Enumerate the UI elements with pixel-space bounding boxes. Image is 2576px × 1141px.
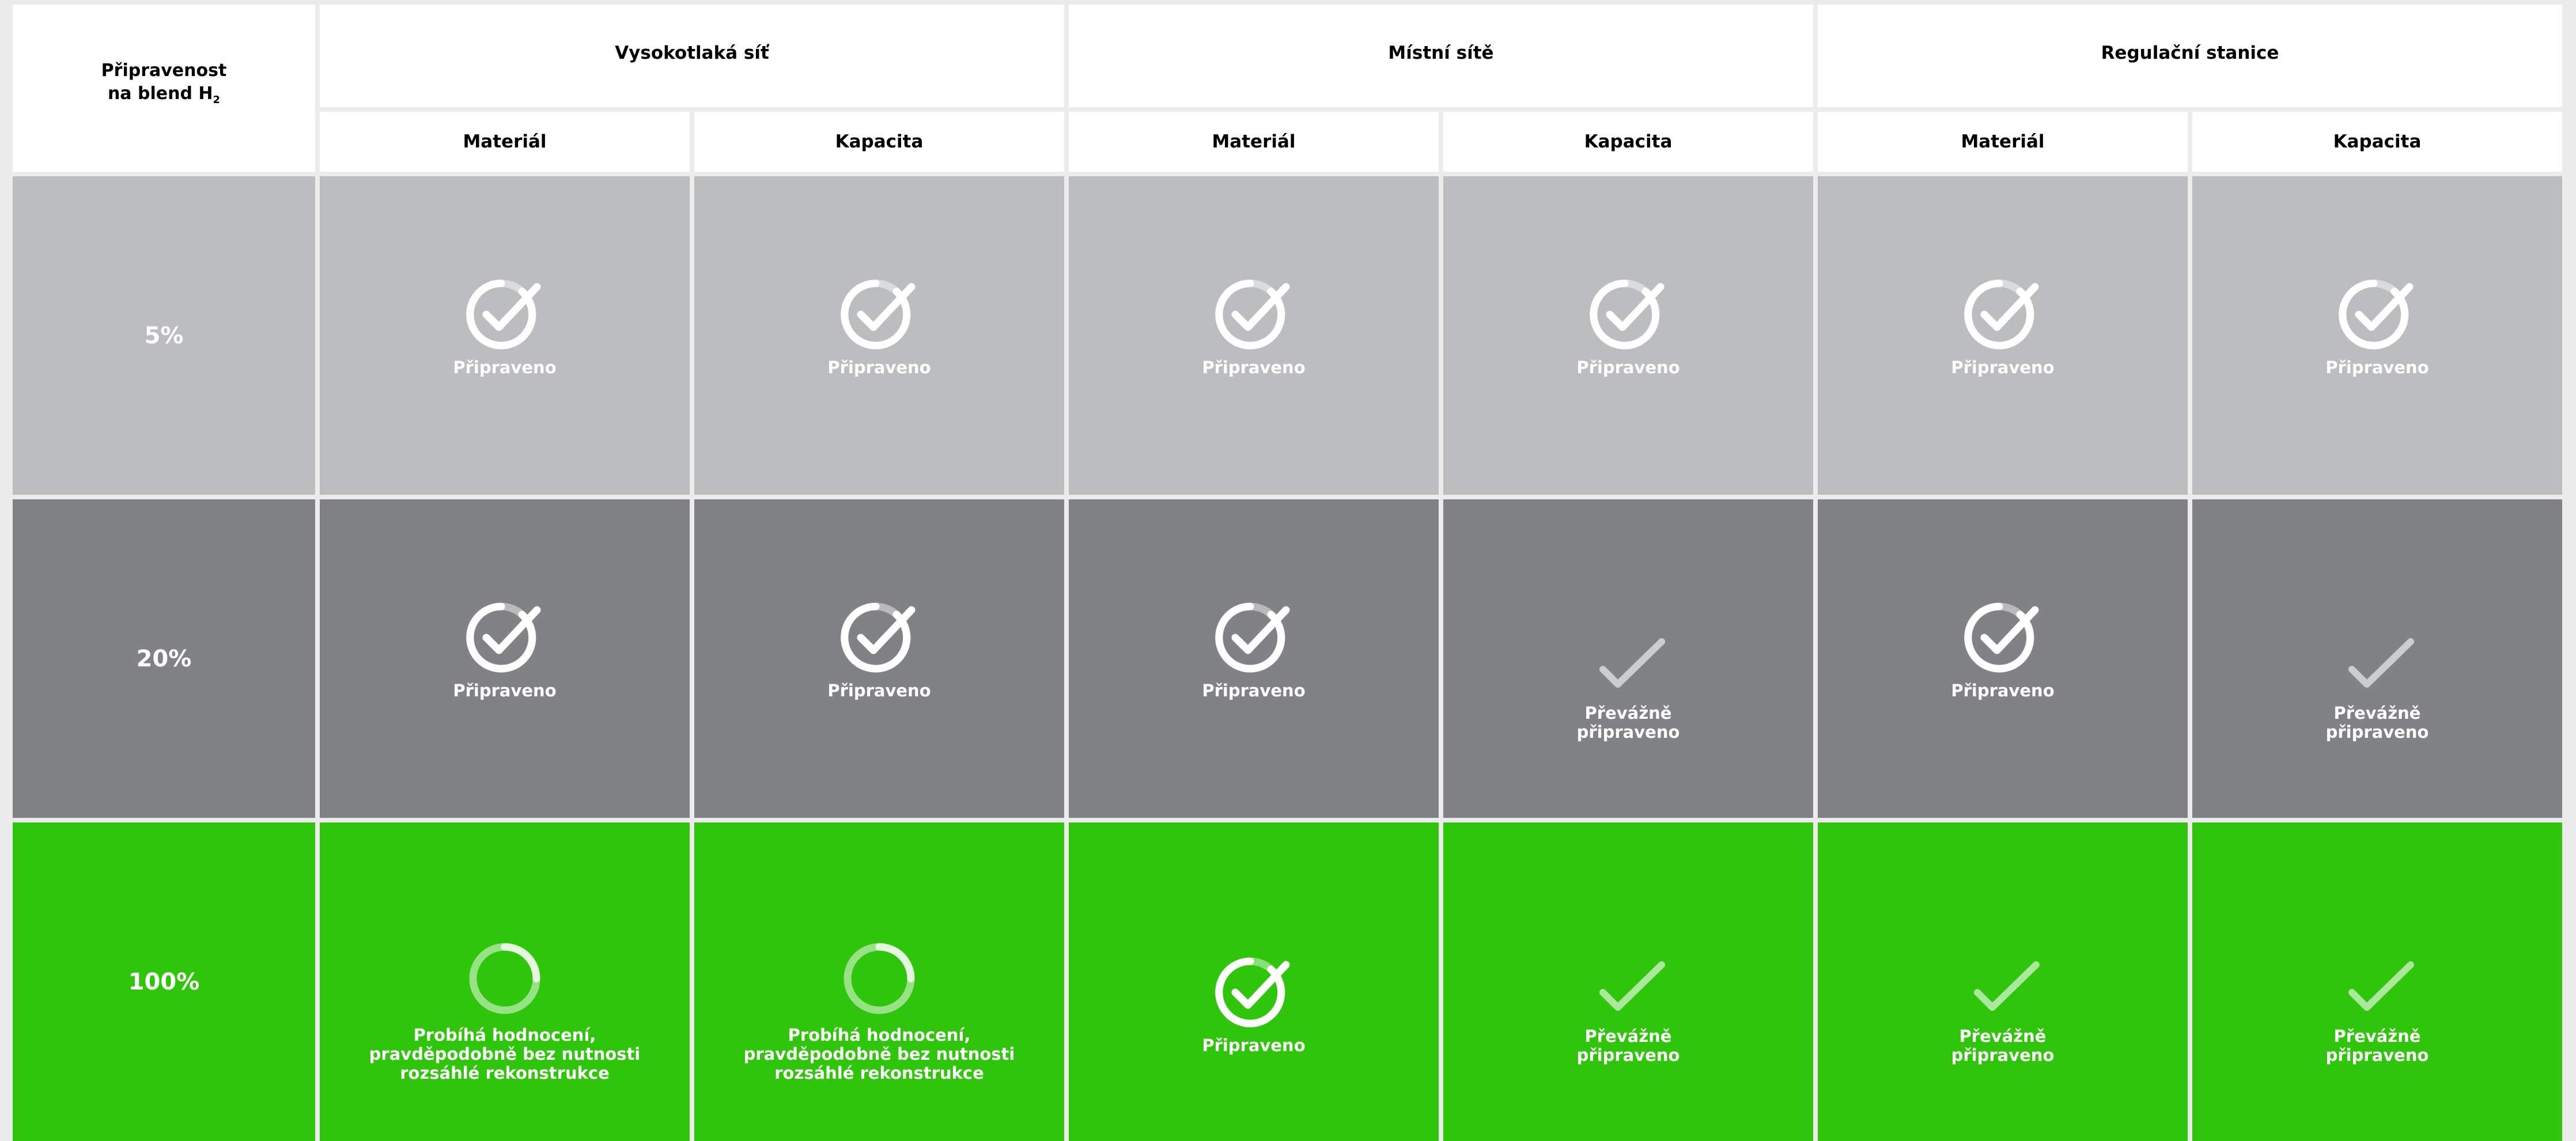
group-header-high-pressure: Vysokotlaká síť	[320, 5, 1064, 107]
check-icon	[1599, 961, 1665, 1011]
circle-check-icon	[2339, 279, 2414, 350]
corner-header-line1: Připravenost	[101, 60, 227, 81]
circle-check-icon	[1590, 279, 1665, 350]
status-cell-local-material: Připraveno	[1069, 176, 1439, 495]
status-cell-regulation-capacity: Převážně připraveno	[2192, 822, 2562, 1141]
status-cell-high-pressure-material: Probíhá hodnocení, pravděpodobně bez nut…	[320, 822, 690, 1141]
status-cell-regulation-material: Převážně připraveno	[1818, 822, 2188, 1141]
status-label: Připraveno	[1951, 681, 2055, 700]
status-label: Připraveno	[1202, 358, 1306, 377]
group-header-regulation-stations: Regulační stanice	[1818, 5, 2562, 107]
status-cell-high-pressure-material: Připraveno	[320, 499, 690, 818]
status-cell-regulation-capacity: Připraveno	[2192, 176, 2562, 495]
circle-check-icon	[1215, 957, 1290, 1028]
status-label: Připraveno	[1202, 681, 1306, 700]
status-label: Připraveno	[827, 358, 931, 377]
status-label: Připraveno	[453, 681, 557, 700]
status-cell-high-pressure-capacity: Připraveno	[694, 176, 1064, 495]
circle-check-icon	[841, 279, 916, 350]
status-cell-regulation-capacity: Převážně připraveno	[2192, 499, 2562, 818]
status-cell-local-capacity: Připraveno	[1443, 176, 1813, 495]
subheader-capacity: Kapacita	[694, 112, 1064, 172]
check-icon	[1599, 638, 1665, 688]
subheader-material: Materiál	[1818, 112, 2188, 172]
status-label: Převážně připraveno	[2325, 1026, 2429, 1065]
corner-header-line2: na blend H2	[107, 83, 221, 106]
corner-header: Připravenost na blend H2	[13, 5, 315, 172]
circle-check-icon	[841, 602, 916, 673]
status-label: Převážně připraveno	[2325, 703, 2429, 742]
status-cell-local-capacity: Převážně připraveno	[1443, 499, 1813, 818]
subheader-capacity: Kapacita	[2192, 112, 2562, 172]
status-label: Připraveno	[2325, 358, 2429, 377]
progress-ring-icon	[469, 943, 540, 1014]
subheader-capacity: Kapacita	[1443, 112, 1813, 172]
status-cell-high-pressure-material: Připraveno	[320, 176, 690, 495]
status-label: Převážně připraveno	[1951, 1026, 2055, 1065]
circle-check-icon	[466, 279, 541, 350]
status-label: Probíhá hodnocení, pravděpodobně bez nut…	[369, 1025, 641, 1083]
check-icon	[2348, 961, 2414, 1011]
status-cell-regulation-material: Připraveno	[1818, 499, 2188, 818]
status-cell-regulation-material: Připraveno	[1818, 176, 2188, 495]
check-icon	[2348, 638, 2414, 688]
row-label-20pct: 20%	[13, 499, 315, 818]
status-cell-local-capacity: Převážně připraveno	[1443, 822, 1813, 1141]
status-label: Připraveno	[453, 358, 557, 377]
status-cell-local-material: Připraveno	[1069, 822, 1439, 1141]
progress-ring-icon	[843, 943, 915, 1014]
circle-check-icon	[1964, 279, 2039, 350]
status-label: Připraveno	[1951, 358, 2055, 377]
status-cell-high-pressure-capacity: Připraveno	[694, 499, 1064, 818]
status-label: Připraveno	[1576, 358, 1680, 377]
row-label-5pct: 5%	[13, 176, 315, 495]
status-label: Převážně připraveno	[1576, 703, 1680, 742]
group-header-local-networks: Místní sítě	[1069, 5, 1813, 107]
status-label: Připraveno	[1202, 1036, 1306, 1055]
readiness-table: Připravenost na blend H2 Vysokotlaká síť…	[13, 5, 2563, 1141]
subheader-material: Materiál	[320, 112, 690, 172]
check-icon	[1974, 961, 2040, 1011]
circle-check-icon	[1215, 602, 1290, 673]
status-label: Převážně připraveno	[1576, 1026, 1680, 1065]
status-label: Probíhá hodnocení, pravděpodobně bez nut…	[743, 1025, 1015, 1083]
circle-check-icon	[1215, 279, 1290, 350]
circle-check-icon	[1964, 602, 2039, 673]
status-cell-local-material: Připraveno	[1069, 499, 1439, 818]
subheader-material: Materiál	[1069, 112, 1439, 172]
row-label-100pct: 100%	[13, 822, 315, 1141]
status-cell-high-pressure-capacity: Probíhá hodnocení, pravděpodobně bez nut…	[694, 822, 1064, 1141]
circle-check-icon	[466, 602, 541, 673]
status-label: Připraveno	[827, 681, 931, 700]
